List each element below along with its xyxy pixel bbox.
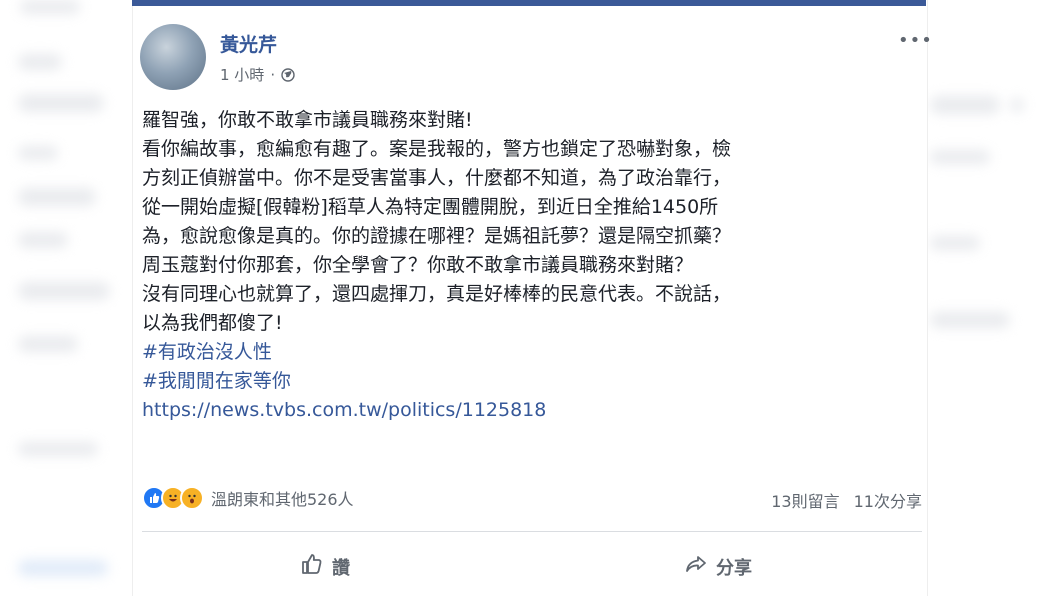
engagement-counts: 13則留言 11次分享 xyxy=(771,488,922,512)
reaction-names[interactable]: 溫朗東和其他526人 xyxy=(211,486,354,510)
post-meta: 1 小時 · xyxy=(220,64,295,85)
reactions-summary[interactable]: 溫朗東和其他526人 xyxy=(142,486,354,510)
share-icon xyxy=(684,552,708,581)
divider xyxy=(142,531,922,532)
avatar[interactable] xyxy=(140,24,206,90)
news-link[interactable]: https://news.tvbs.com.tw/politics/112581… xyxy=(142,399,546,421)
hashtag-link[interactable]: #有政治沒人性 xyxy=(142,341,272,363)
post-line: 以為我們都傻了! xyxy=(142,312,283,334)
post-line: 為，愈說愈像是真的。你的證據在哪裡？是媽祖託夢？還是隔空抓藥？ xyxy=(142,225,732,247)
post-line: 沒有同理心也就算了，還四處揮刀，真是好棒棒的民意代表。不說話， xyxy=(142,283,732,305)
wow-reaction-icon xyxy=(180,486,204,510)
like-button[interactable]: 讚 xyxy=(300,552,350,581)
post-line: 從一開始虛擬[假韓粉]稻草人為特定團體開脫，到近日全推給1450所 xyxy=(142,196,719,218)
comments-count[interactable]: 13則留言 xyxy=(771,488,839,512)
more-options-icon[interactable]: ••• xyxy=(898,30,933,51)
author-name[interactable]: 黃光芹 xyxy=(220,30,277,57)
share-button[interactable]: 分享 xyxy=(684,552,752,581)
thumbs-up-icon xyxy=(300,552,324,581)
globe-icon xyxy=(281,67,295,82)
share-label: 分享 xyxy=(716,557,752,579)
meta-separator: · xyxy=(270,65,276,84)
background-left xyxy=(0,0,132,596)
hashtag-link[interactable]: #我閒閒在家等你 xyxy=(142,370,291,392)
shares-count[interactable]: 11次分享 xyxy=(854,488,922,512)
top-bar xyxy=(132,0,926,6)
like-label: 讚 xyxy=(332,557,350,579)
post-line: 方刻正偵辦當中。你不是受害當事人，什麼都不知道，為了政治靠行， xyxy=(142,167,732,189)
post-line: 周玉蔻對付你那套，你全學會了？你敢不敢拿市議員職務來對賭？ xyxy=(142,254,694,276)
post-line: 看你編故事，愈編愈有趣了。案是我報的，警方也鎖定了恐嚇對象，檢 xyxy=(142,138,732,160)
post-line: 羅智強，你敢不敢拿市議員職務來對賭! xyxy=(142,109,473,131)
post-body: 羅智強，你敢不敢拿市議員職務來對賭! 看你編故事，愈編愈有趣了。案是我報的，警方… xyxy=(142,106,922,425)
post-time[interactable]: 1 小時 xyxy=(220,64,264,85)
